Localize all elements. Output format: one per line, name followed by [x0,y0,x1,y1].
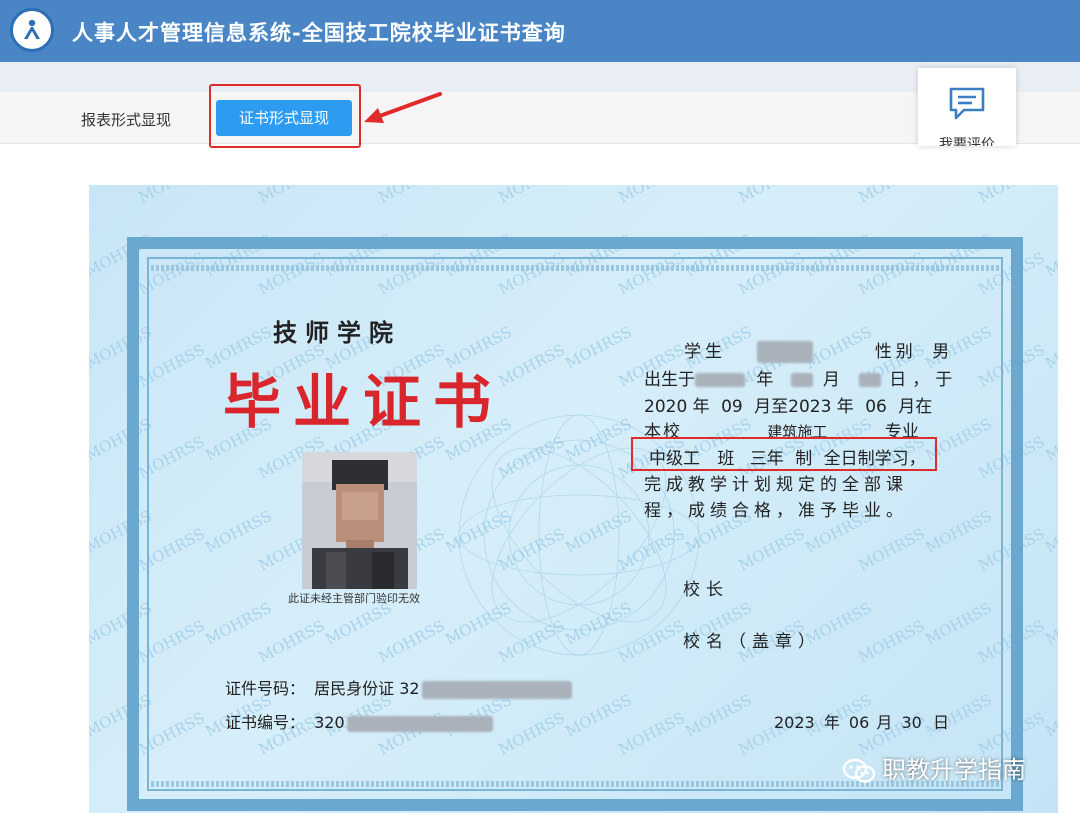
watermark-text: MOHRSS [1042,599,1058,649]
watermark-text: MOHRSS [135,185,207,206]
student-label: 学生 [684,342,726,362]
watermark-text: MOHRSS [735,185,807,206]
redacted-cert-number [346,715,493,732]
watermark-text: MOHRSS [1042,507,1058,557]
feedback-label: 我要评价 [939,137,995,146]
id-type: 居民身份证 32 [314,679,420,698]
redacted-birth-day [859,373,882,387]
start-year-unit: 年 [692,397,710,417]
redacted-id-number [421,680,572,699]
line-study-mode: 中级工 班 三年 制 全日制学习， [649,444,926,469]
redacted-student-name [757,341,814,363]
redacted-birth-month [790,373,813,387]
tab-certificate-view[interactable]: 证书形式显现 [216,100,352,136]
line-period: 2020 年 09 月至2023 年 06 月在 [644,392,932,417]
redacted-birth-year [695,373,745,387]
feedback-button[interactable]: 我要评价 [918,68,1016,146]
start-month-unit: 月 [754,397,772,417]
duration-value: 三年 [749,449,784,469]
watermark-text: MOHRSS [1042,185,1058,189]
end-month-at: 月在 [898,397,933,417]
watermark-text: MOHRSS [495,185,567,206]
annotation-arrow-icon [364,92,442,123]
watermark-text: MOHRSS [375,185,447,206]
school-name: 技师学院 [273,318,401,347]
graduation-certificate: MOHRSS MOHRSS MOHRSS MOHRSS MOHRSS MOHRSS MOHR… [89,185,1058,813]
watermark-text: MOHRSS [1042,231,1058,281]
end-year: 2023 [788,397,832,417]
app-title: 人事人才管理信息系统-全国技工院校毕业证书查询 [72,20,566,45]
to-text: 至 [771,397,789,417]
issue-month-unit: 月 [876,713,893,732]
issue-year-unit: 年 [823,713,840,732]
system-text: 制 [795,449,813,469]
line-student: 学生 性别 男 [644,337,949,363]
birth-day-unit: 日，于 [889,370,959,390]
start-year: 2020 [644,397,688,417]
gender-label: 性别 [874,342,917,362]
seal-label: 校名（盖章） [683,632,821,652]
comment-icon [949,87,985,120]
end-year-unit: 年 [836,397,854,417]
issue-month: 06 [848,713,870,732]
frame-microtext-top [151,265,999,271]
issue-date: 2023 年 06 月 30 日 [774,709,949,733]
watermark-text: MOHRSS [1042,691,1058,741]
watermark-text: MOHRSS [975,185,1047,206]
watermark-text: MOHRSS [855,185,927,206]
line-id: 证件号码： 居民身份证 32 [225,675,572,699]
principal-label: 校长 [683,580,729,600]
issue-year: 2023 [774,713,815,732]
birth-month-unit: 月 [822,370,840,390]
birth-prefix: 出生于 [644,370,695,390]
issue-day: 30 [901,713,922,732]
app-logo-icon [10,8,54,52]
watermark-text: MOHRSS [1042,415,1058,465]
level-value: 中级工 [649,449,700,469]
certificate-title: 毕业证书 [223,368,504,436]
cert-no-label: 证书编号： [225,713,306,732]
watermark-text: MOHRSS [1042,323,1058,373]
wechat-source-watermark: 职教升学指南 [842,750,1026,785]
start-month: 09 [721,397,743,417]
gender-value: 男 [932,342,950,362]
wechat-icon [842,758,876,783]
watermark-text: MOHRSS [255,185,327,206]
end-month: 06 [865,397,887,417]
class-text: 班 [717,449,735,469]
id-label: 证件号码： [225,679,306,698]
cert-no-prefix: 320 [314,713,345,732]
line-birth: 出生于 年 月 日，于 [644,365,958,390]
tab-report-view[interactable]: 报表形式显现 [81,109,171,130]
line-complete: 完成教学计划规定的全部课 [644,475,908,495]
issue-day-unit: 日 [932,713,949,732]
app-header: 人事人才管理信息系统-全国技工院校毕业证书查询 [0,0,1080,62]
study-mode-value: 全日制学习， [823,449,926,469]
wechat-source-name: 职教升学指南 [882,756,1026,784]
student-photo [302,452,417,589]
line-pass: 程，成绩合格，准予毕业。 [644,501,908,521]
line-cert-no: 证书编号： 320 [225,709,493,733]
birth-year-unit: 年 [756,370,774,390]
watermark-text: MOHRSS [615,185,687,206]
photo-validity-note: 此证未经主管部门验印无效 [288,592,420,605]
